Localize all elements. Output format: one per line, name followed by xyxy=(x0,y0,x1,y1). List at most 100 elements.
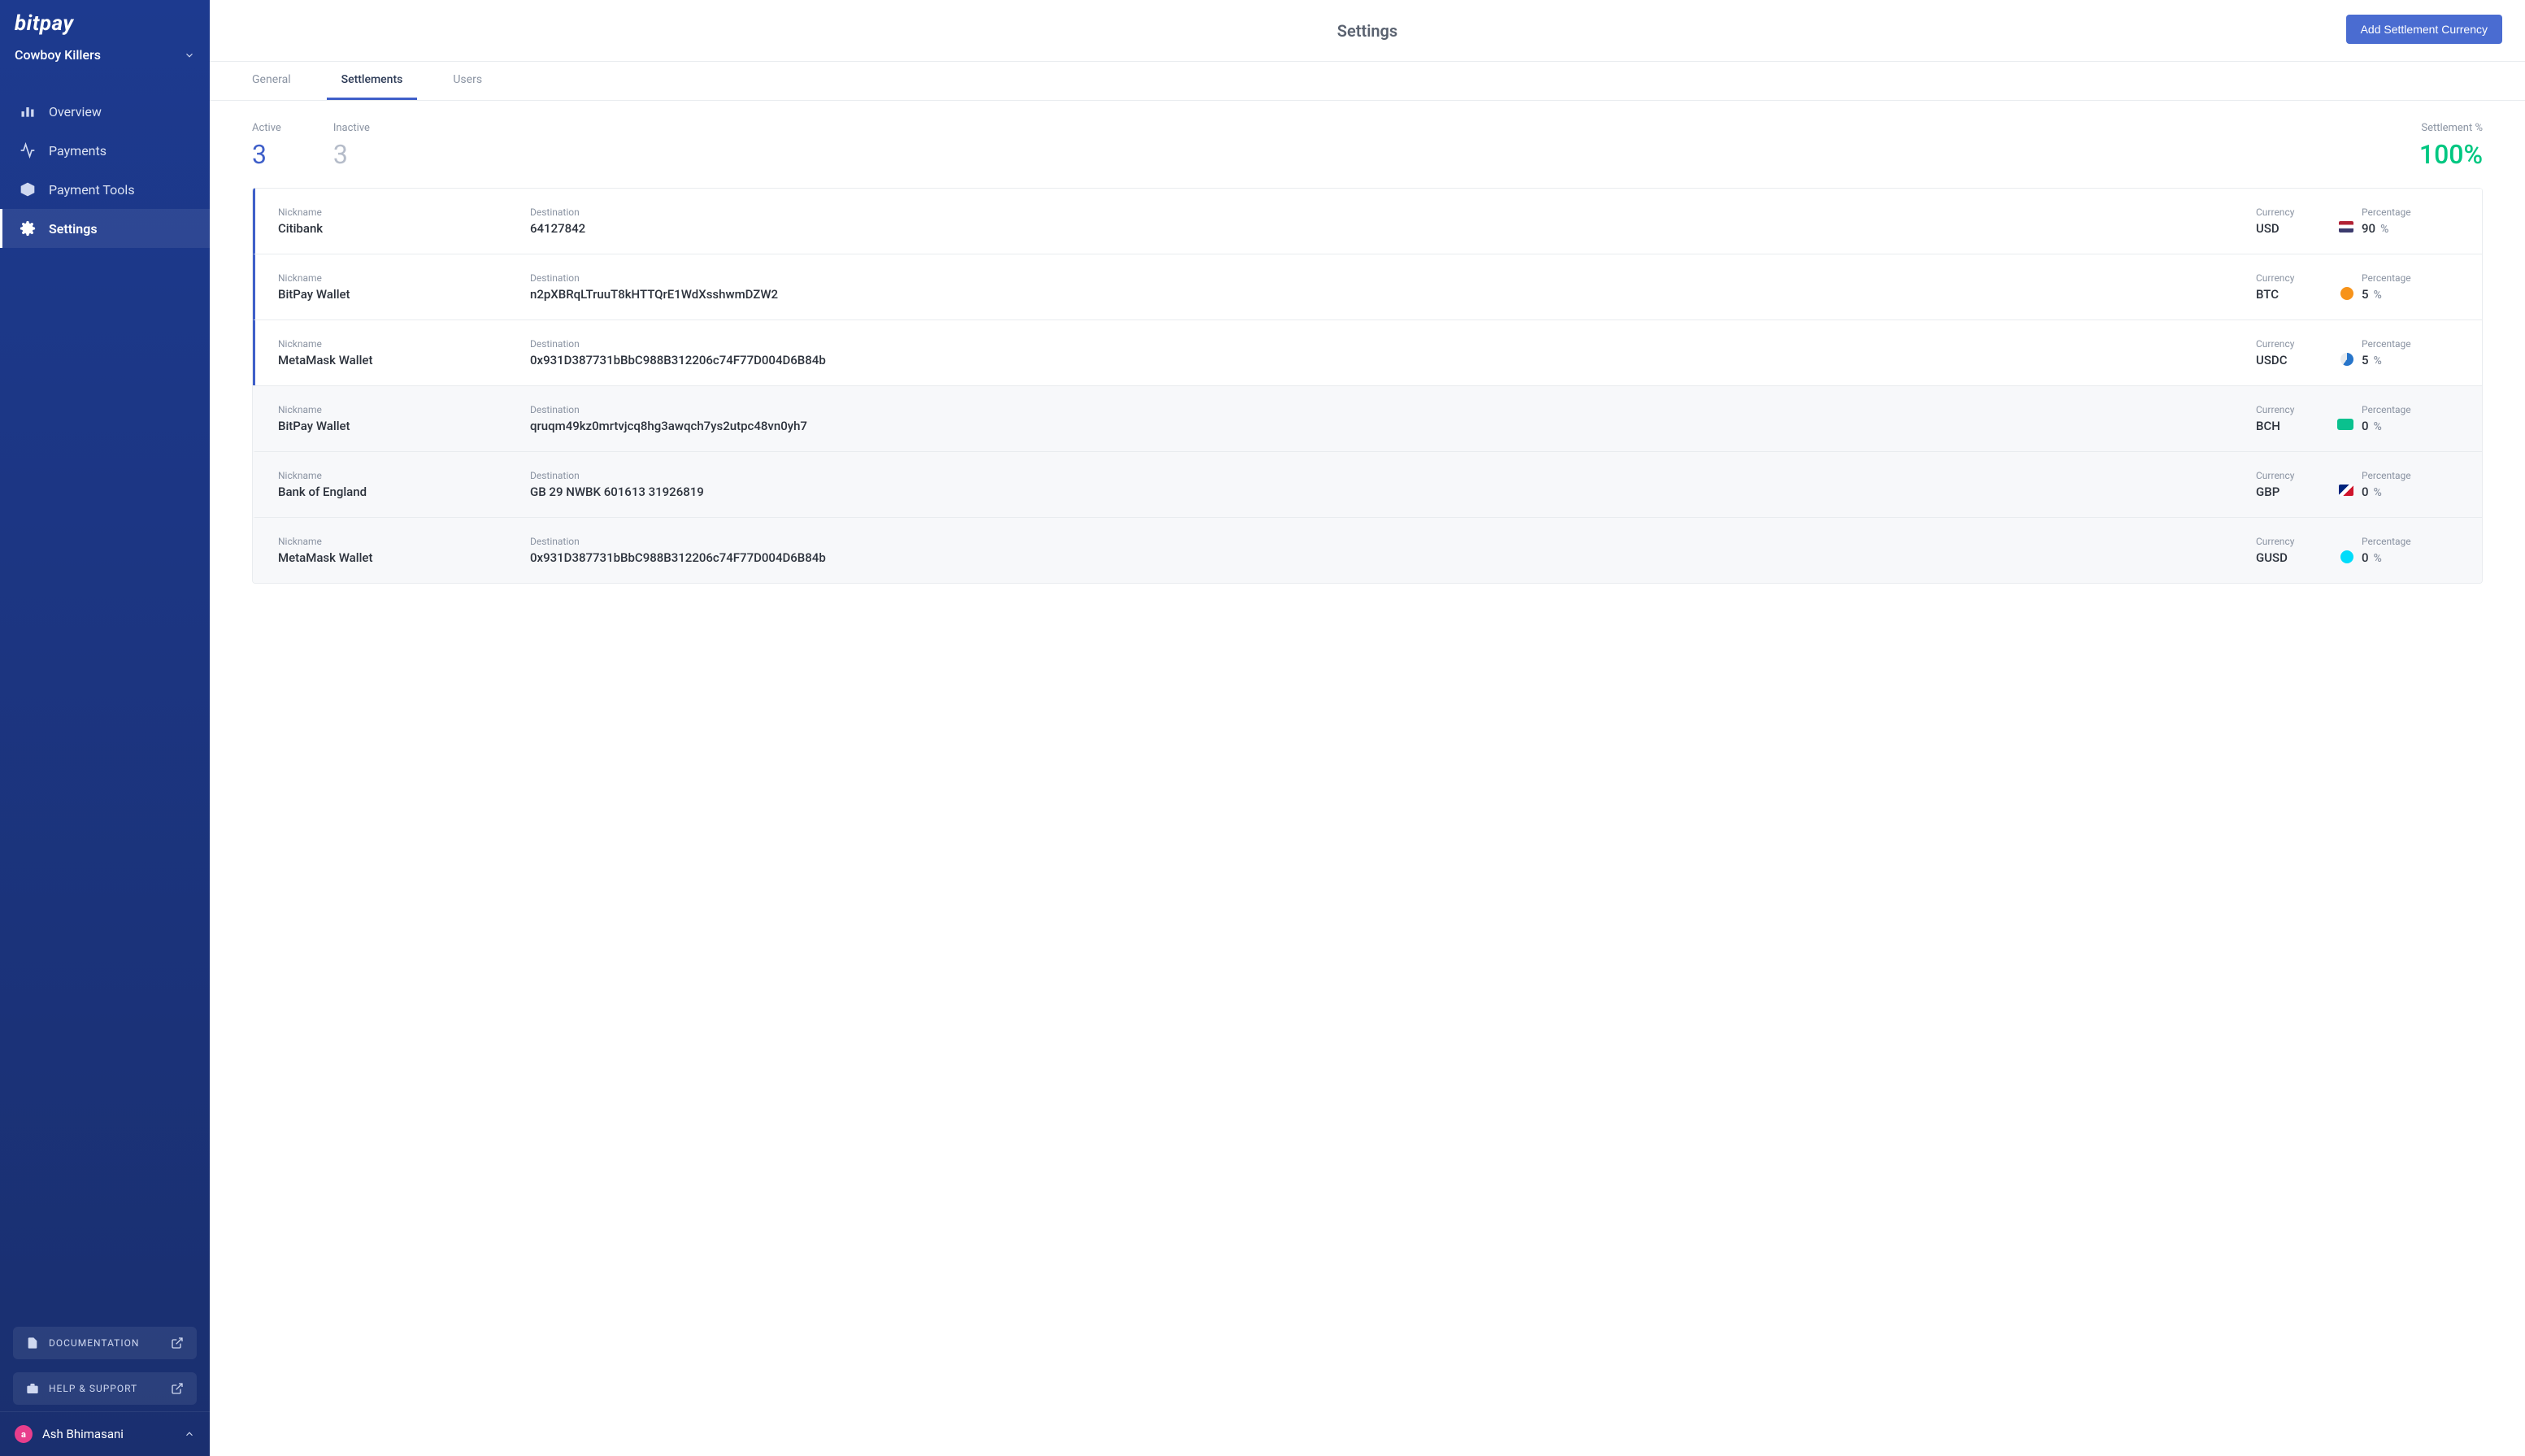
chart-bar-icon xyxy=(20,103,36,120)
tab-users[interactable]: Users xyxy=(453,62,482,100)
col-label: Percentage xyxy=(2362,470,2459,481)
destination-value: qruqm49kz0mrtvjcq8hg3awqch7ys2utpc48vn0y… xyxy=(530,419,2248,433)
col-label: Nickname xyxy=(278,206,522,218)
topbar: Settings Add Settlement Currency xyxy=(210,0,2525,62)
col-label: Destination xyxy=(530,536,2248,547)
percent-sign: % xyxy=(2380,223,2388,236)
sidebar-item-label: Payments xyxy=(49,143,106,159)
stat-settlement-pct: Settlement % 100% xyxy=(2419,122,2483,170)
nickname-value: MetaMask Wallet xyxy=(278,550,522,565)
cell-currency: CurrencyGBP xyxy=(2256,470,2353,499)
tabs: General Settlements Users xyxy=(210,62,2525,101)
sidebar-item-label: Payment Tools xyxy=(49,182,135,198)
cell-nickname: Nickname Citibank xyxy=(278,206,522,236)
cell-currency: Currency USDC xyxy=(2256,338,2353,367)
destination-value: 0x931D387731bBbC988B312206c74F77D004D6B8… xyxy=(530,353,2248,367)
cell-nickname: NicknameBitPay Wallet xyxy=(278,272,522,302)
cell-percentage: Percentage0% xyxy=(2362,536,2459,565)
stat-label: Inactive xyxy=(333,122,370,134)
sidebar-help-link[interactable]: HELP & SUPPORT xyxy=(13,1372,197,1405)
col-label: Currency xyxy=(2256,536,2294,547)
tab-general[interactable]: General xyxy=(252,62,291,100)
sidebar-card-label: HELP & SUPPORT xyxy=(49,1383,137,1394)
col-label: Nickname xyxy=(278,404,522,415)
tab-settlements[interactable]: Settlements xyxy=(327,62,418,100)
cell-currency: CurrencyBCH xyxy=(2256,404,2353,433)
col-label: Currency xyxy=(2256,338,2294,350)
sidebar-item-overview[interactable]: Overview xyxy=(0,92,210,131)
activity-icon xyxy=(20,142,36,159)
briefcase-icon xyxy=(26,1382,39,1395)
nickname-value: Bank of England xyxy=(278,485,522,499)
percent-sign: % xyxy=(2374,420,2382,433)
sidebar-item-settings[interactable]: Settings xyxy=(0,209,210,248)
stat-label: Active xyxy=(252,122,281,134)
sidebar-item-payment-tools[interactable]: Payment Tools xyxy=(0,170,210,209)
cell-destination: Destination 64127842 xyxy=(530,206,2248,236)
col-label: Nickname xyxy=(278,338,522,350)
cell-nickname: Nickname Bank of England xyxy=(278,470,522,499)
cell-nickname: NicknameBitPay Wallet xyxy=(278,404,522,433)
percentage-value: 0 xyxy=(2362,419,2369,433)
col-label: Destination xyxy=(530,470,2248,481)
col-label: Percentage xyxy=(2362,206,2459,218)
col-label: Currency xyxy=(2256,206,2294,218)
percentage-value: 5 xyxy=(2362,353,2369,367)
col-label: Destination xyxy=(530,272,2248,284)
sidebar-documentation-link[interactable]: DOCUMENTATION xyxy=(13,1327,197,1359)
cell-percentage: Percentage5% xyxy=(2362,272,2459,302)
add-settlement-currency-button[interactable]: Add Settlement Currency xyxy=(2346,15,2502,44)
percent-sign: % xyxy=(2374,289,2382,302)
settlement-row[interactable]: NicknameBitPay WalletDestinationn2pXBRqL… xyxy=(253,254,2482,319)
percent-sign: % xyxy=(2374,354,2382,367)
user-menu[interactable]: a Ash Bhimasani xyxy=(0,1411,210,1456)
file-icon xyxy=(26,1336,39,1350)
col-label: Nickname xyxy=(278,470,522,481)
destination-value: 64127842 xyxy=(530,221,2248,236)
settlements-table: Nickname Citibank Destination 64127842 Curre… xyxy=(252,188,2483,584)
col-label: Percentage xyxy=(2362,338,2459,350)
settlement-row[interactable]: NicknameBitPay WalletDestinationqruqm49k… xyxy=(253,385,2482,451)
col-label: Destination xyxy=(530,206,2248,218)
currency-value: BCH xyxy=(2256,419,2294,433)
col-label: Percentage xyxy=(2362,404,2459,415)
currency-value: GUSD xyxy=(2256,550,2294,565)
settlement-row[interactable]: NicknameMetaMask WalletDestination0x931D… xyxy=(253,319,2482,385)
stat-inactive: Inactive 3 xyxy=(333,122,370,170)
nickname-value: Citibank xyxy=(278,221,522,236)
col-label: Percentage xyxy=(2362,536,2459,547)
currency-icon xyxy=(2340,287,2353,300)
cell-currency: Currency USD xyxy=(2256,206,2353,236)
cell-currency: Currency GUSD xyxy=(2256,536,2353,565)
currency-value: USDC xyxy=(2256,353,2294,367)
currency-value: BTC xyxy=(2256,287,2294,302)
stats-bar: Active 3 Inactive 3 Settlement % 100% xyxy=(210,101,2525,188)
col-label: Destination xyxy=(530,338,2248,350)
col-label: Currency xyxy=(2256,470,2294,481)
sidebar-item-label: Settings xyxy=(49,221,98,237)
col-label: Nickname xyxy=(278,272,522,284)
page-title: Settings xyxy=(1337,21,1397,41)
cell-percentage: Percentage 5% xyxy=(2362,338,2459,367)
gear-icon xyxy=(20,220,36,237)
currency-value: USD xyxy=(2256,221,2294,236)
cell-currency: CurrencyBTC xyxy=(2256,272,2353,302)
cell-nickname: Nickname MetaMask Wallet xyxy=(278,536,522,565)
settlement-row[interactable]: NicknameBank of EnglandDestinationGB 29 … xyxy=(253,451,2482,517)
chevron-up-icon xyxy=(184,1428,195,1440)
sidebar-item-label: Overview xyxy=(49,104,102,120)
currency-icon xyxy=(2339,485,2353,496)
org-selector[interactable]: Cowboy Killers xyxy=(0,41,210,77)
cell-percentage: Percentage0% xyxy=(2362,470,2459,499)
sidebar-item-payments[interactable]: Payments xyxy=(0,131,210,170)
percentage-value: 0 xyxy=(2362,485,2369,499)
col-label: Nickname xyxy=(278,536,522,547)
cell-percentage: Percentage 0% xyxy=(2362,404,2459,433)
sidebar-card-label: DOCUMENTATION xyxy=(49,1337,139,1349)
currency-icon xyxy=(2340,353,2353,366)
settlement-row[interactable]: Nickname Citibank Destination 64127842 Curre… xyxy=(253,188,2482,254)
currency-icon xyxy=(2339,221,2353,233)
settlement-row[interactable]: NicknameMetaMask WalletDestination0x931D… xyxy=(253,517,2482,583)
external-link-icon xyxy=(171,1382,184,1395)
stat-label: Settlement % xyxy=(2419,122,2483,134)
